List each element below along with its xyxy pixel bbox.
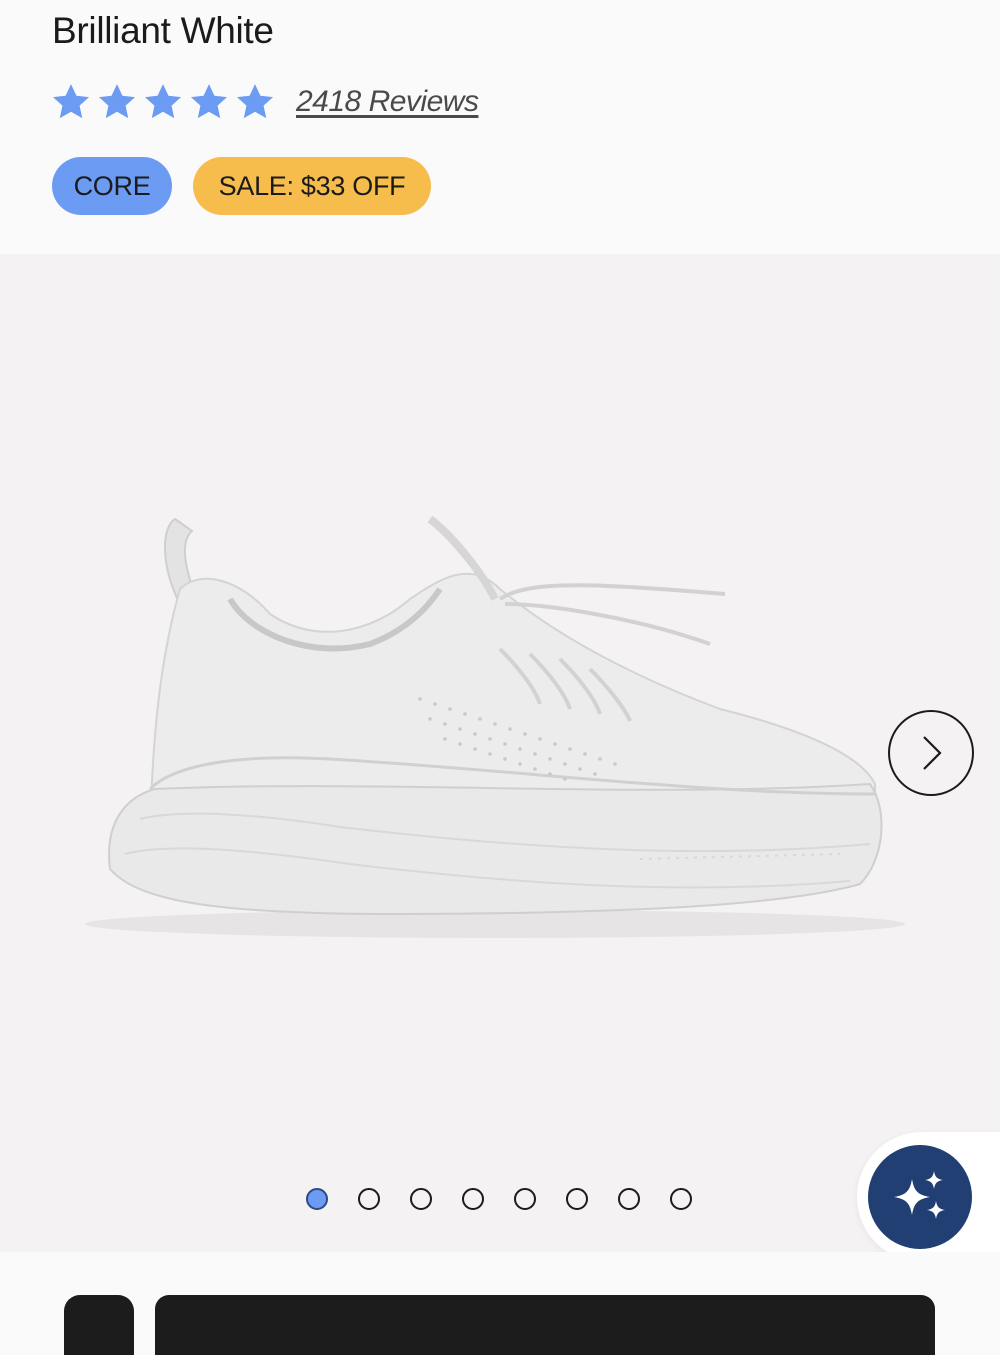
star-icon <box>236 84 274 119</box>
pagination-dot[interactable] <box>670 1188 692 1210</box>
product-image-sneaker <box>85 515 905 938</box>
star-icon <box>144 84 182 119</box>
star-icon <box>190 84 228 119</box>
ai-assistant-button[interactable] <box>868 1145 972 1249</box>
pagination-dot[interactable] <box>410 1188 432 1210</box>
chevron-right-icon <box>923 736 942 770</box>
star-icon <box>52 84 90 119</box>
star-icon <box>98 84 136 119</box>
next-image-button[interactable] <box>888 710 974 796</box>
pagination-dot[interactable] <box>462 1188 484 1210</box>
product-color-title: Brilliant White <box>52 10 274 51</box>
pagination-dot[interactable] <box>618 1188 640 1210</box>
badges: CORE SALE: $33 OFF <box>52 157 431 215</box>
sparkles-icon <box>894 1171 945 1219</box>
bottom-area <box>0 1252 1000 1355</box>
gallery-pagination <box>306 1188 692 1210</box>
core-badge: CORE <box>52 157 172 215</box>
pagination-dot[interactable] <box>514 1188 536 1210</box>
ai-assistant-tab <box>857 1132 1000 1262</box>
rating-row: 2418 Reviews <box>50 78 479 126</box>
pagination-dot[interactable] <box>306 1188 328 1210</box>
star-rating <box>50 81 276 123</box>
bottom-action-bar[interactable] <box>155 1295 935 1355</box>
pagination-dot[interactable] <box>358 1188 380 1210</box>
reviews-link[interactable]: 2418 Reviews <box>296 85 479 119</box>
sale-badge: SALE: $33 OFF <box>193 157 431 215</box>
product-image-gallery[interactable] <box>0 254 1000 1252</box>
pagination-dot[interactable] <box>566 1188 588 1210</box>
bottom-left-bar[interactable] <box>64 1295 134 1355</box>
product-header: Brilliant White 2418 Reviews CORE SALE: … <box>0 0 1000 254</box>
